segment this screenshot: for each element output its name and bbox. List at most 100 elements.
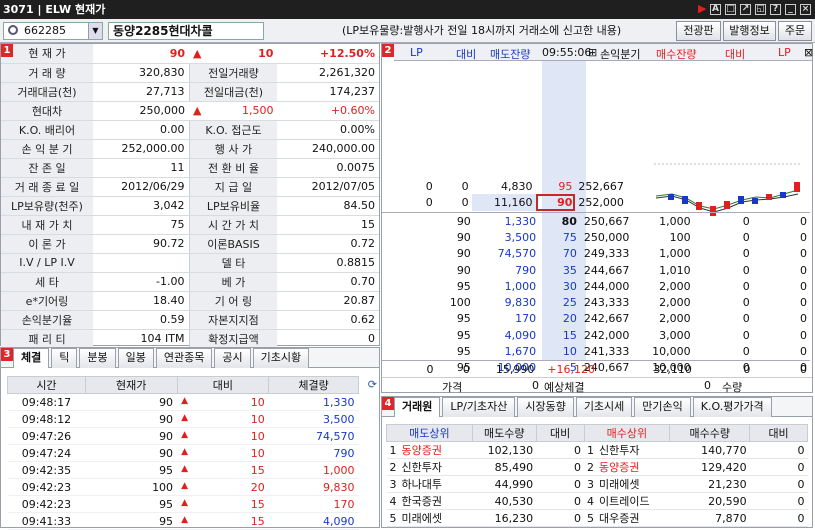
total-blp: 0 bbox=[800, 362, 807, 376]
trade-diff-cell: ▲ 10 bbox=[177, 410, 269, 428]
sell-broker: 하나대투 bbox=[401, 478, 442, 491]
bid-row: 95 4,090 15 242,000 3,000 0 0 bbox=[382, 327, 810, 343]
sell-broker-cell[interactable]: 5 미래에셋 bbox=[386, 509, 473, 527]
quote-value: 90.72 bbox=[93, 234, 189, 254]
bid-price[interactable]: 30 bbox=[539, 278, 580, 294]
stock-code-input[interactable]: 662285 ▼ bbox=[3, 22, 103, 40]
chevron-down-icon[interactable]: ▼ bbox=[88, 23, 102, 39]
minimize-icon[interactable]: _ bbox=[785, 4, 796, 15]
price-label: 가격 bbox=[442, 381, 463, 394]
tab-brokers-3[interactable]: 기초시세 bbox=[575, 397, 633, 417]
tab-trades-5[interactable]: 공시 bbox=[214, 348, 251, 368]
bid-price[interactable]: 20 bbox=[539, 311, 580, 327]
bid-price[interactable]: 70 bbox=[539, 246, 580, 262]
sell-broker-cell[interactable]: 3 하나대투 bbox=[386, 475, 473, 493]
search-icon[interactable] bbox=[8, 25, 18, 35]
bid-price[interactable]: 15 bbox=[539, 327, 580, 343]
bid-qty[interactable]: 2,000 bbox=[632, 311, 693, 327]
quote-label-2: 지 급 일 bbox=[188, 177, 278, 197]
quote-value-2: 0 bbox=[277, 329, 379, 349]
ask-price[interactable]: 95 bbox=[536, 178, 576, 194]
bid-qty[interactable]: 10,000 bbox=[632, 343, 693, 359]
buy-broker-cell[interactable]: 1 신한투자 bbox=[584, 441, 670, 459]
tab-trades-0[interactable]: 체결 bbox=[13, 348, 50, 368]
quote-value: 75 bbox=[93, 215, 189, 235]
bid-qty[interactable]: 3,000 bbox=[632, 327, 693, 343]
tab-brokers-0[interactable]: 거래원 bbox=[394, 397, 441, 417]
sell-rank: 3 bbox=[389, 478, 397, 491]
tab-brokers-4[interactable]: 만기손익 bbox=[634, 397, 691, 417]
bid-diff-left: 95 bbox=[456, 312, 471, 326]
restore-icon[interactable]: ◱ bbox=[755, 4, 766, 15]
quote-label-2: 베 가 bbox=[188, 272, 278, 292]
tab-trades-3[interactable]: 일봉 bbox=[117, 348, 154, 368]
refresh-icon[interactable]: ⟳ bbox=[368, 378, 377, 391]
trade-price: 100 bbox=[85, 478, 178, 496]
bid-diff-left: 90 bbox=[456, 247, 471, 261]
board-button[interactable]: 전광판 bbox=[676, 21, 721, 41]
link-icon[interactable]: ↗ bbox=[740, 4, 751, 15]
buy-broker-cell[interactable]: 5 대우증권 bbox=[584, 509, 670, 527]
play-icon[interactable]: ▶ bbox=[698, 3, 706, 15]
sell-diff: 0 bbox=[536, 509, 585, 527]
order-button[interactable]: 주문 bbox=[778, 21, 812, 41]
bid-qty[interactable]: 1,000 bbox=[632, 246, 693, 262]
bid-price[interactable]: 75 bbox=[539, 229, 580, 245]
bid-diff-left: 90 bbox=[456, 230, 471, 244]
ask-qty[interactable]: 4,830 bbox=[472, 178, 536, 194]
bid-trade-qty: 790 bbox=[515, 263, 537, 277]
close-icon[interactable]: × bbox=[800, 4, 811, 15]
issue-info-button[interactable]: 발행정보 bbox=[723, 21, 776, 41]
quote-label-2: 행 사 가 bbox=[188, 139, 278, 159]
bid-price[interactable]: 80 bbox=[539, 213, 580, 229]
tab-trades-1[interactable]: 틱 bbox=[51, 348, 78, 368]
sell-broker-cell[interactable]: 2 신한투자 bbox=[386, 458, 473, 476]
quote-label-2: 기 어 링 bbox=[188, 291, 278, 311]
buy-broker-cell[interactable]: 4 이트레이드 bbox=[584, 492, 670, 510]
trade-price: 95 bbox=[85, 461, 178, 479]
tab-brokers-2[interactable]: 시장동향 bbox=[517, 397, 574, 417]
quote-row: 현 재 가 90 ▲ 10 +12.50% bbox=[1, 44, 379, 64]
sell-broker-cell[interactable]: 1 동양증권 bbox=[386, 441, 473, 459]
settings-icon[interactable]: ⊠ bbox=[804, 46, 813, 59]
broker-row: 4 한국증권 40,530 0 4 이트레이드 20,590 0 bbox=[386, 492, 808, 510]
trade-time: 09:47:26 bbox=[7, 427, 86, 445]
trade-row: 09:48:12 90 ▲ 10 3,500 bbox=[7, 410, 359, 428]
ask-qty[interactable]: 11,160 bbox=[471, 194, 536, 211]
quote-value-2: 0.00% bbox=[277, 120, 379, 140]
window-controls: ▶ A □ ↗ ◱ ? _ × bbox=[698, 0, 811, 19]
trade-diff-cell: ▲ 15 bbox=[177, 512, 269, 530]
bid-qty[interactable]: 2,000 bbox=[632, 294, 693, 310]
bid-qty[interactable]: 1,000 bbox=[632, 213, 693, 229]
buy-broker-cell[interactable]: 3 미래에셋 bbox=[584, 475, 670, 493]
tab-trades-4[interactable]: 연관종목 bbox=[155, 348, 213, 368]
up-arrow-icon: ▲ bbox=[181, 429, 188, 440]
trades-table: 시간 현재가 대비 체결량 09:48:17 90 ▲ 10 1,330 09:48:12… bbox=[7, 376, 359, 530]
trade-volume: 170 bbox=[268, 495, 359, 513]
font-icon[interactable]: A bbox=[710, 4, 721, 15]
trade-volume: 1,000 bbox=[268, 461, 359, 479]
stock-name-field[interactable]: 동양2285현대차콜 bbox=[108, 22, 264, 40]
sell-qty: 44,990 bbox=[472, 475, 537, 493]
help-icon[interactable]: ? bbox=[770, 4, 781, 15]
bid-price[interactable]: 35 bbox=[539, 262, 580, 278]
bid-diff-left: 95 bbox=[456, 279, 471, 293]
header-lp-buy: LP bbox=[778, 46, 791, 59]
copy-icon[interactable]: □ bbox=[725, 4, 736, 15]
tab-brokers-1[interactable]: LP/기초자산 bbox=[442, 397, 516, 417]
header-diff-buy: 대비 bbox=[725, 48, 746, 61]
bid-qty[interactable]: 1,010 bbox=[632, 262, 693, 278]
buy-broker-cell[interactable]: 2 동양증권 bbox=[584, 458, 670, 476]
col-time: 시간 bbox=[7, 376, 86, 394]
bid-row: 95 1,670 10 241,333 10,000 0 0 bbox=[382, 343, 810, 359]
bid-qty[interactable]: 2,000 bbox=[632, 278, 693, 294]
ask-price[interactable]: 90 bbox=[535, 194, 576, 211]
bid-bep: 244,667 bbox=[583, 263, 630, 277]
bid-price[interactable]: 10 bbox=[539, 343, 580, 359]
tab-trades-2[interactable]: 분봉 bbox=[79, 348, 116, 368]
bid-qty[interactable]: 100 bbox=[632, 229, 693, 245]
bid-price[interactable]: 25 bbox=[539, 294, 580, 310]
sell-broker-cell[interactable]: 4 한국증권 bbox=[386, 492, 473, 510]
tab-trades-6[interactable]: 기초시황 bbox=[252, 348, 310, 368]
tab-brokers-5[interactable]: K.O.평가가격 bbox=[692, 397, 772, 417]
